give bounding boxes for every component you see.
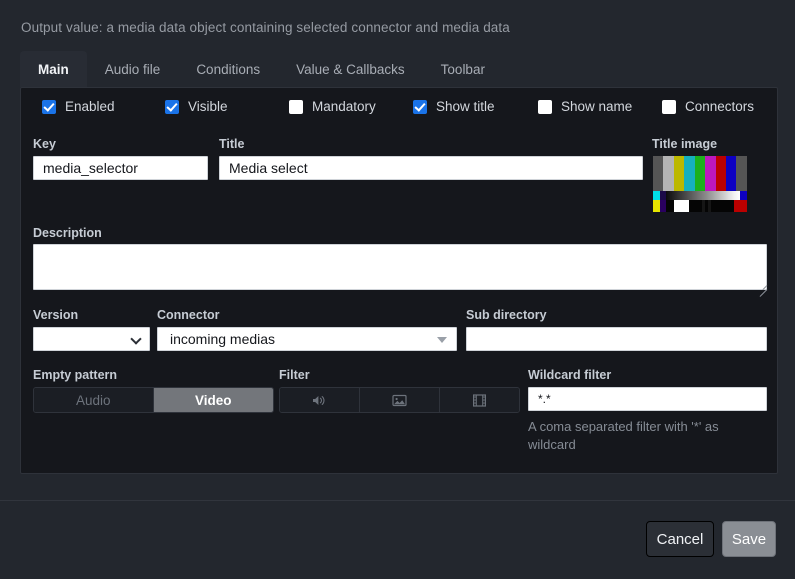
filter-label: Filter [279,368,310,382]
checkbox-connectors-label: Connectors [685,99,755,114]
checkbox-show-title-box[interactable] [413,99,427,114]
checkbox-show-title[interactable]: Show title [404,99,495,114]
wildcard-filter-help: A coma separated filter with '*' as wild… [528,419,719,452]
filter-option-image[interactable] [360,388,440,412]
main-tab-panel: Enabled Visible Mandatory Show title Sho… [20,87,778,474]
image-icon [392,394,407,407]
connector-value: incoming medias [170,331,276,347]
version-select[interactable] [33,327,150,351]
tab-conditions[interactable]: Conditions [178,51,278,87]
tab-value-callbacks[interactable]: Value & Callbacks [278,51,423,87]
checkbox-enabled-label: Enabled [65,99,115,114]
filter-option-audio[interactable] [280,388,360,412]
footer-divider [0,500,795,501]
tab-bar: Main Audio file Conditions Value & Callb… [20,51,503,87]
sub-directory-label: Sub directory [466,308,547,322]
key-input[interactable] [33,156,208,180]
description-textarea[interactable] [33,244,767,290]
checkbox-connectors-box[interactable] [662,99,676,114]
checkbox-mandatory-label: Mandatory [312,99,376,114]
checkbox-show-name-label: Show name [561,99,633,114]
filter-option-video[interactable] [440,388,519,412]
checkbox-show-name-box[interactable] [538,99,552,114]
checkbox-visible-box[interactable] [165,99,179,114]
checkbox-connectors[interactable]: Connectors [653,99,754,114]
tab-toolbar[interactable]: Toolbar [423,51,503,87]
checkbox-visible-label: Visible [188,99,228,114]
checkbox-mandatory[interactable]: Mandatory [280,99,376,114]
empty-pattern-toggle-group: Audio Video [33,387,274,413]
title-image-label: Title image [652,137,718,151]
sub-directory-input[interactable] [466,327,767,351]
cancel-button[interactable]: Cancel [646,521,714,557]
options-checkbox-row: Enabled Visible Mandatory Show title Sho… [21,99,777,125]
title-input[interactable] [219,156,643,180]
empty-pattern-option-video[interactable]: Video [153,388,273,412]
empty-pattern-label: Empty pattern [33,368,118,382]
checkbox-enabled-box[interactable] [42,99,56,114]
output-value-note: Output value: a media data object contai… [21,20,510,35]
title-label: Title [219,137,245,151]
checkbox-show-title-label: Show title [436,99,495,114]
version-label: Version [33,308,79,322]
chevron-down-icon [130,333,142,345]
caret-down-icon [437,337,447,343]
checkbox-visible[interactable]: Visible [156,99,228,114]
checkbox-enabled[interactable]: Enabled [33,99,115,114]
filter-toggle-group [279,387,520,413]
checkbox-mandatory-box[interactable] [289,99,303,114]
wildcard-filter-input[interactable] [528,387,767,411]
color-bars-test-pattern-icon[interactable] [653,156,747,212]
connector-label: Connector [157,308,220,322]
wildcard-filter-label: Wildcard filter [528,368,612,382]
tab-main[interactable]: Main [20,51,87,87]
connector-dropdown[interactable]: incoming medias [157,327,457,351]
film-icon [473,393,486,407]
checkbox-show-name[interactable]: Show name [529,99,632,114]
empty-pattern-option-audio[interactable]: Audio [34,388,154,412]
save-button[interactable]: Save [722,521,776,557]
tab-audio-file[interactable]: Audio file [87,51,179,87]
key-label: Key [33,137,56,151]
speaker-icon [312,394,327,407]
description-label: Description [33,226,102,240]
